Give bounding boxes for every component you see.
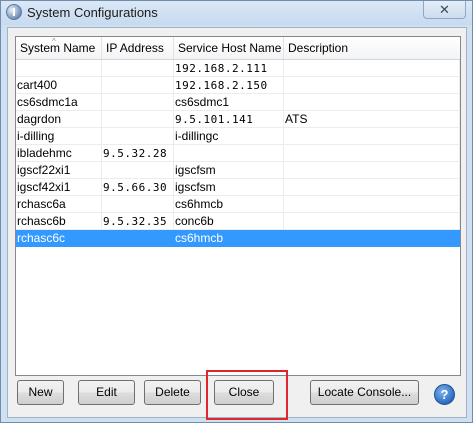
cell-service-host: cs6hmcb bbox=[174, 230, 284, 247]
table-row[interactable]: igscf22xi1 igscfsm bbox=[16, 162, 460, 179]
cell-system-name: dagrdon bbox=[16, 111, 102, 128]
systems-table[interactable]: ^ System Name IP Address Service Host Na… bbox=[15, 36, 461, 376]
cell-description bbox=[284, 77, 460, 94]
cell-ip-address bbox=[102, 128, 174, 145]
cell-description bbox=[284, 60, 460, 77]
window-close-button[interactable]: ✕ bbox=[423, 1, 466, 19]
cell-service-host: 9.5.101.141 bbox=[174, 111, 284, 128]
cell-description bbox=[284, 230, 460, 247]
cell-service-host: cs6sdmc1 bbox=[174, 94, 284, 111]
table-row[interactable]: igscf42xi1 9.5.66.30 igscfsm bbox=[16, 179, 460, 196]
cell-system-name: igscf22xi1 bbox=[16, 162, 102, 179]
cell-description bbox=[284, 196, 460, 213]
system-configurations-window: System Configurations ✕ ^ System Name IP… bbox=[0, 0, 473, 423]
table-row[interactable]: 192.168.2.111 bbox=[16, 60, 460, 77]
cell-description bbox=[284, 179, 460, 196]
edit-button[interactable]: Edit bbox=[78, 380, 135, 405]
table-row[interactable]: dagrdon 9.5.101.141 ATS bbox=[16, 111, 460, 128]
column-header-service-host-name[interactable]: Service Host Name bbox=[174, 37, 284, 59]
cell-ip-address bbox=[102, 94, 174, 111]
table-header: ^ System Name IP Address Service Host Na… bbox=[16, 37, 460, 60]
locate-console-button[interactable]: Locate Console... bbox=[310, 380, 419, 405]
cell-ip-address bbox=[102, 77, 174, 94]
cell-service-host: igscfsm bbox=[174, 162, 284, 179]
table-row[interactable]: rchasc6a cs6hmcb bbox=[16, 196, 460, 213]
table-row[interactable]: i-dilling i-dillingc bbox=[16, 128, 460, 145]
cell-system-name: igscf42xi1 bbox=[16, 179, 102, 196]
title-bar[interactable]: System Configurations ✕ bbox=[1, 1, 472, 25]
cell-system-name: ibladehmc bbox=[16, 145, 102, 162]
cell-service-host: cs6hmcb bbox=[174, 196, 284, 213]
cell-ip-address bbox=[102, 196, 174, 213]
cell-service-host: 192.168.2.150 bbox=[174, 77, 284, 94]
cell-description bbox=[284, 128, 460, 145]
close-button-highlight bbox=[206, 370, 288, 420]
cell-service-host: i-dillingc bbox=[174, 128, 284, 145]
cell-service-host: 192.168.2.111 bbox=[174, 60, 284, 77]
column-header-description[interactable]: Description bbox=[284, 37, 460, 59]
cell-ip-address: 9.5.66.30 bbox=[102, 179, 174, 196]
sort-ascending-icon: ^ bbox=[52, 37, 56, 46]
cell-system-name bbox=[16, 60, 102, 77]
cell-description bbox=[284, 213, 460, 230]
cell-description bbox=[284, 94, 460, 111]
column-header-system-name[interactable]: ^ System Name bbox=[16, 37, 102, 59]
cell-system-name: cart400 bbox=[16, 77, 102, 94]
cell-ip-address bbox=[102, 162, 174, 179]
dialog-body: ^ System Name IP Address Service Host Na… bbox=[7, 27, 467, 418]
cell-system-name: cs6sdmc1a bbox=[16, 94, 102, 111]
table-row[interactable]: cart400 192.168.2.150 bbox=[16, 77, 460, 94]
help-icon[interactable]: ? bbox=[434, 384, 455, 405]
cell-ip-address: 9.5.32.35 bbox=[102, 213, 174, 230]
table-row[interactable]: rchasc6c cs6hmcb bbox=[16, 230, 460, 247]
cell-description: ATS bbox=[284, 111, 460, 128]
info-icon bbox=[6, 4, 22, 20]
table-row[interactable]: rchasc6b 9.5.32.35 conc6b bbox=[16, 213, 460, 230]
cell-service-host: igscfsm bbox=[174, 179, 284, 196]
cell-system-name: rchasc6a bbox=[16, 196, 102, 213]
new-button[interactable]: New bbox=[17, 380, 64, 405]
cell-service-host bbox=[174, 145, 284, 162]
table-row[interactable]: cs6sdmc1a cs6sdmc1 bbox=[16, 94, 460, 111]
window-title: System Configurations bbox=[27, 5, 158, 20]
cell-description bbox=[284, 162, 460, 179]
cell-ip-address bbox=[102, 111, 174, 128]
delete-button[interactable]: Delete bbox=[144, 380, 201, 405]
cell-ip-address bbox=[102, 60, 174, 77]
cell-ip-address: 9.5.32.28 bbox=[102, 145, 174, 162]
cell-system-name: i-dilling bbox=[16, 128, 102, 145]
column-header-ip-address[interactable]: IP Address bbox=[102, 37, 174, 59]
cell-ip-address bbox=[102, 230, 174, 247]
table-row[interactable]: ibladehmc 9.5.32.28 bbox=[16, 145, 460, 162]
cell-system-name: rchasc6c bbox=[16, 230, 102, 247]
cell-service-host: conc6b bbox=[174, 213, 284, 230]
cell-description bbox=[284, 145, 460, 162]
cell-system-name: rchasc6b bbox=[16, 213, 102, 230]
